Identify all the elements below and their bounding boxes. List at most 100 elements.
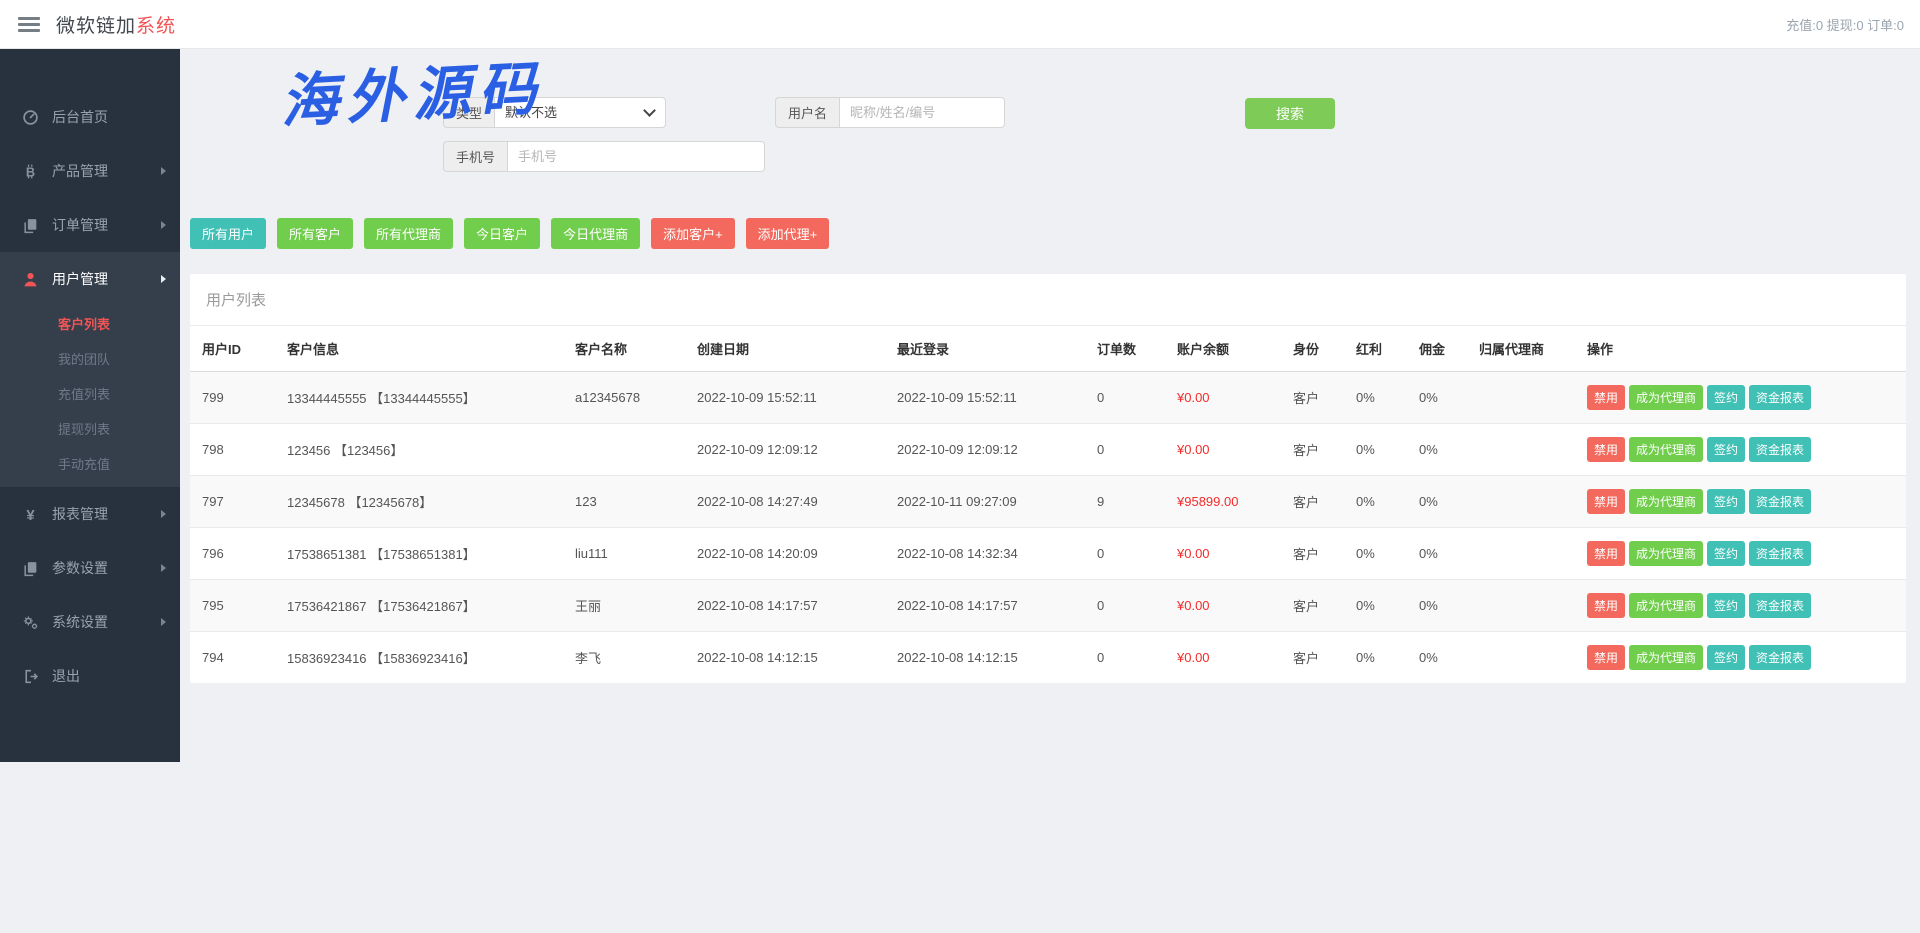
cell-commission: 0% — [1407, 580, 1467, 632]
disable-button[interactable]: 禁用 — [1587, 437, 1625, 462]
search-button[interactable]: 搜索 — [1245, 98, 1335, 129]
disable-button[interactable]: 禁用 — [1587, 645, 1625, 670]
chevron-right-icon — [161, 167, 166, 175]
fund-report-button[interactable]: 资金报表 — [1749, 541, 1811, 566]
sidebar-subitem-customer-list[interactable]: 客户列表 — [0, 306, 180, 341]
become-agent-button[interactable]: 成为代理商 — [1629, 437, 1703, 462]
sidebar-item-label: 参数设置 — [52, 558, 108, 578]
table-row: 798123456 【123456】2022-10-09 12:09:12202… — [190, 424, 1906, 476]
sign-button[interactable]: 签约 — [1707, 593, 1745, 618]
fund-report-button[interactable]: 资金报表 — [1749, 593, 1811, 618]
become-agent-button[interactable]: 成为代理商 — [1629, 489, 1703, 514]
sign-button[interactable]: 签约 — [1707, 645, 1745, 670]
cell-balance: ¥0.00 — [1165, 528, 1281, 580]
column-header: 操作 — [1575, 326, 1906, 372]
cell-name: a12345678 — [563, 372, 685, 424]
menu-toggle-icon[interactable] — [18, 14, 40, 35]
cell-actions: 禁用成为代理商签约资金报表 — [1575, 476, 1906, 528]
table-header-row: 用户ID客户信息客户名称创建日期最近登录订单数账户余额身份红利佣金归属代理商操作 — [190, 326, 1906, 372]
sidebar-item-label: 后台首页 — [52, 107, 108, 127]
become-agent-button[interactable]: 成为代理商 — [1629, 593, 1703, 618]
cell-commission: 0% — [1407, 476, 1467, 528]
fund-report-button[interactable]: 资金报表 — [1749, 385, 1811, 410]
all-customers-button[interactable]: 所有客户 — [277, 218, 353, 249]
search-form: 海外源码 类型 默认不选 用户名 搜索 手机号 — [180, 48, 1920, 210]
cell-orders: 0 — [1085, 528, 1165, 580]
become-agent-button[interactable]: 成为代理商 — [1629, 541, 1703, 566]
column-header: 创建日期 — [685, 326, 885, 372]
all-agents-button[interactable]: 所有代理商 — [364, 218, 453, 249]
sidebar-item-logout[interactable]: 退出 — [0, 649, 180, 703]
sidebar-item-order-management[interactable]: 订单管理 — [0, 198, 180, 252]
sidebar-item-dashboard[interactable]: 后台首页 — [0, 90, 180, 144]
sidebar-item-product-management[interactable]: B产品管理 — [0, 144, 180, 198]
cell-agent — [1467, 372, 1575, 424]
sidebar-item-report-management[interactable]: ¥报表管理 — [0, 487, 180, 541]
cell-role: 客户 — [1281, 528, 1344, 580]
gauge-icon — [22, 109, 39, 126]
add-agent-button[interactable]: 添加代理+ — [746, 218, 830, 249]
disable-button[interactable]: 禁用 — [1587, 593, 1625, 618]
column-header: 最近登录 — [885, 326, 1085, 372]
sidebar-item-label: 系统设置 — [52, 612, 108, 632]
sidebar-subitem-recharge-list[interactable]: 充值列表 — [0, 376, 180, 411]
sign-button[interactable]: 签约 — [1707, 385, 1745, 410]
cell-info: 13344445555 【13344445555】 — [275, 372, 563, 424]
all-users-button[interactable]: 所有用户 — [190, 218, 266, 249]
phone-input[interactable] — [507, 141, 765, 172]
cell-actions: 禁用成为代理商签约资金报表 — [1575, 424, 1906, 476]
cell-agent — [1467, 476, 1575, 528]
sidebar-item-label: 用户管理 — [52, 269, 108, 289]
cell-orders: 0 — [1085, 424, 1165, 476]
username-field-group: 用户名 — [775, 97, 1005, 128]
cell-id: 795 — [190, 580, 275, 632]
sidebar-item-user-management[interactable]: 用户管理 — [0, 252, 180, 306]
phone-label: 手机号 — [443, 141, 507, 172]
sign-button[interactable]: 签约 — [1707, 541, 1745, 566]
cell-created: 2022-10-09 12:09:12 — [685, 424, 885, 476]
cell-actions: 禁用成为代理商签约资金报表 — [1575, 372, 1906, 424]
cell-login: 2022-10-09 15:52:11 — [885, 372, 1085, 424]
column-header: 身份 — [1281, 326, 1344, 372]
cell-bonus: 0% — [1344, 632, 1407, 684]
fund-report-button[interactable]: 资金报表 — [1749, 645, 1811, 670]
disable-button[interactable]: 禁用 — [1587, 541, 1625, 566]
cell-role: 客户 — [1281, 632, 1344, 684]
chevron-right-icon — [161, 564, 166, 572]
sign-button[interactable]: 签约 — [1707, 489, 1745, 514]
app-title: 微软链加系统 — [56, 11, 176, 38]
sidebar-item-system-settings[interactable]: 系统设置 — [0, 595, 180, 649]
sign-button[interactable]: 签约 — [1707, 437, 1745, 462]
fund-report-button[interactable]: 资金报表 — [1749, 489, 1811, 514]
cell-name: liu111 — [563, 528, 685, 580]
type-select[interactable]: 默认不选 — [494, 97, 666, 128]
table-row: 79617538651381 【17538651381】liu1112022-1… — [190, 528, 1906, 580]
app-title-primary: 微软链加 — [56, 16, 136, 37]
yen-icon: ¥ — [22, 506, 39, 523]
become-agent-button[interactable]: 成为代理商 — [1629, 385, 1703, 410]
sidebar-item-parameter-settings[interactable]: 参数设置 — [0, 541, 180, 595]
header-stats: 充值:0 提现:0 订单:0 — [1786, 15, 1904, 34]
table-row: 79415836923416 【15836923416】李飞2022-10-08… — [190, 632, 1906, 684]
cell-created: 2022-10-08 14:20:09 — [685, 528, 885, 580]
today-agents-button[interactable]: 今日代理商 — [551, 218, 640, 249]
disable-button[interactable]: 禁用 — [1587, 489, 1625, 514]
sidebar-subitem-my-team[interactable]: 我的团队 — [0, 341, 180, 376]
copy-icon — [22, 560, 39, 577]
username-input[interactable] — [839, 97, 1005, 128]
table-card: 用户列表 用户ID客户信息客户名称创建日期最近登录订单数账户余额身份红利佣金归属… — [190, 274, 1906, 683]
disable-button[interactable]: 禁用 — [1587, 385, 1625, 410]
fund-report-button[interactable]: 资金报表 — [1749, 437, 1811, 462]
sidebar-subitem-withdraw-list[interactable]: 提现列表 — [0, 411, 180, 446]
today-customers-button[interactable]: 今日客户 — [464, 218, 540, 249]
cell-role: 客户 — [1281, 476, 1344, 528]
sidebar-subitem-manual-recharge[interactable]: 手动充值 — [0, 446, 180, 481]
column-header: 归属代理商 — [1467, 326, 1575, 372]
become-agent-button[interactable]: 成为代理商 — [1629, 645, 1703, 670]
chevron-right-icon — [161, 275, 166, 283]
add-customer-button[interactable]: 添加客户+ — [651, 218, 735, 249]
cell-bonus: 0% — [1344, 528, 1407, 580]
cell-id: 799 — [190, 372, 275, 424]
cell-orders: 0 — [1085, 632, 1165, 684]
cell-created: 2022-10-08 14:17:57 — [685, 580, 885, 632]
